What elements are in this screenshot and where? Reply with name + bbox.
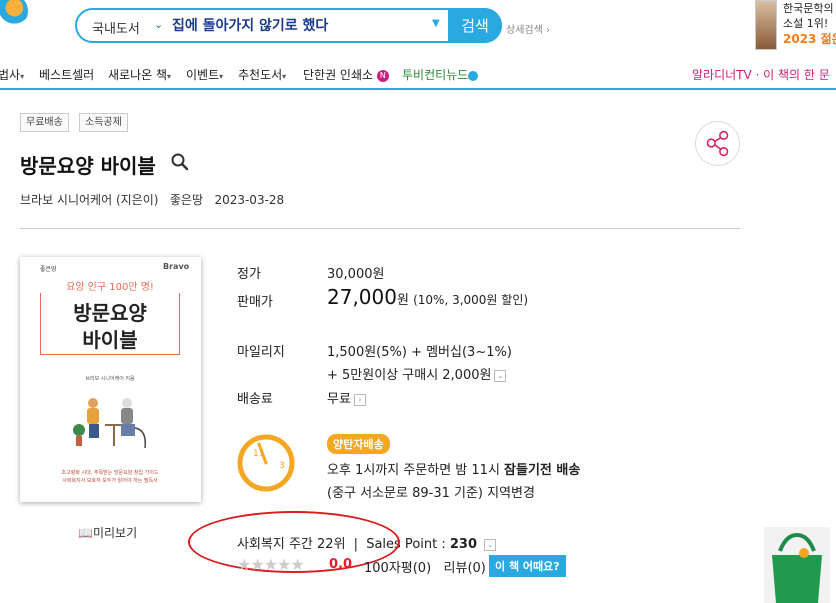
search-input[interactable] (172, 14, 427, 36)
aladin-logo[interactable] (0, 0, 28, 28)
search-category-select[interactable]: 국내도서 (92, 18, 140, 37)
advanced-search-link[interactable]: 상세검색 › (506, 21, 550, 36)
clock-icon: 11 3 (237, 434, 295, 492)
new-badge-icon: N (376, 69, 389, 82)
mileage-label: 마일리지 (237, 345, 285, 360)
svg-text:11: 11 (253, 449, 264, 459)
cover-illustration (73, 398, 147, 449)
dots-badge-icon (468, 70, 479, 81)
nav-divider (0, 88, 836, 90)
delivery-info: 오후 1시까지 주문하면 밤 11시 잠들기전 배송 (327, 463, 581, 478)
divider (20, 228, 740, 229)
nav-item-recommend[interactable]: 추천도서▾ (238, 66, 286, 83)
review-counts[interactable]: 100자평(0) 리뷰(0) (364, 557, 486, 576)
book-icon: 📖 (78, 526, 93, 540)
share-icon[interactable] (695, 121, 740, 166)
delivery-address[interactable]: (중구 서소문로 89-31 기준) 지역변경 (327, 482, 535, 501)
preview-button[interactable]: 📖미리보기 (78, 524, 137, 541)
chevron-right-icon[interactable]: › (353, 393, 366, 406)
cover-blurb: 사회복지사 보호자 모두가 읽어야 하는 필독서 (62, 478, 158, 484)
delivery-badge: 양탄자배송 (327, 434, 390, 454)
cover-title: 바이블 (82, 328, 138, 352)
rating-score: 0.0 (329, 557, 353, 572)
chevron-down-icon[interactable]: ⌄ (154, 18, 163, 31)
list-price-value: 30,000원 (327, 267, 385, 282)
cover-publisher: 좋은땅 (40, 266, 57, 273)
search-button[interactable]: 검색 (448, 8, 502, 43)
shipping-label: 배송료 (237, 392, 273, 407)
search-icon[interactable] (170, 152, 190, 172)
corner-ad-bag[interactable] (764, 527, 830, 603)
mileage-extra[interactable]: + 5만원이상 구매시 2,000원 ⌄ (327, 364, 507, 383)
chevron-down-icon[interactable]: ⌄ (494, 369, 507, 382)
nav-item-print[interactable]: 단한권 인쇄소 N (303, 66, 389, 83)
cover-brand: Bravo (163, 262, 190, 271)
tag-free-shipping: 무료배송 (20, 113, 69, 132)
sale-price-label: 판매가 (237, 295, 273, 310)
nav-item-bestseller[interactable]: 베스트셀러 (39, 66, 94, 83)
mileage-line: 1,500원(5%) + 멤버십(3~1%) (327, 345, 512, 360)
chevron-down-icon[interactable]: ⌄ (484, 538, 497, 551)
ad-line[interactable]: 소설 1위! (783, 15, 828, 31)
nav-item-new[interactable]: 새로나온 책▾ (108, 66, 171, 83)
caret-down-icon[interactable]: ▼ (432, 18, 440, 29)
list-price-label: 정가 (237, 267, 261, 282)
nav-item-aladinertv[interactable]: 알라디너TV · 이 책의 한 문 (692, 66, 830, 83)
ad-line[interactable]: 한국문학의 새 (783, 0, 836, 16)
nav-item-event[interactable]: 이벤트▾ (186, 66, 223, 83)
svg-text:3: 3 (279, 461, 285, 471)
page-title: 방문요양 바이블 (20, 154, 156, 178)
cover-title: 방문요양 (73, 301, 147, 325)
shipping-value[interactable]: 무료 › (327, 388, 366, 407)
book-byline[interactable]: 브라보 시니어케어 (지은이) 좋은땅 2023-03-28 (20, 191, 284, 208)
rating-stars: ★★★★★ (237, 555, 305, 574)
cover-author: 브라보 시니어케어 지음 (85, 376, 135, 382)
sale-price: 27,000원 (10%, 3,000원 할인) (327, 285, 529, 309)
ad-highlight[interactable]: 2023 젊은작 (783, 30, 836, 47)
ad-book-thumbnail[interactable] (755, 0, 777, 50)
nav-item[interactable]: 법사▾ (0, 66, 24, 83)
opinion-button[interactable]: 이 책 어때요? (489, 555, 566, 577)
tag-tax-deduction: 소득공제 (79, 113, 128, 132)
cover-blurb: 초고령화 시대, 주목받는 방문요양 창업 가이드 (61, 470, 159, 476)
nav-item-tobecontinued[interactable]: 투비컨티뉴드 (402, 66, 479, 83)
cover-tagline: 요양 인구 100만 명! (40, 278, 180, 293)
